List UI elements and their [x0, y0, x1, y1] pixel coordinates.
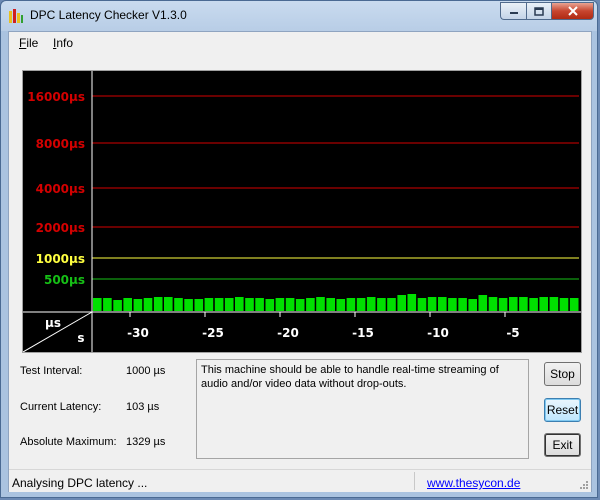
- latency-bar: [539, 297, 548, 311]
- status-bar: Analysing DPC latency ... www.thesycon.d…: [9, 469, 591, 492]
- current-latency-label: Current Latency:: [20, 401, 102, 413]
- latency-bar: [559, 298, 569, 311]
- latency-bar: [164, 297, 173, 311]
- latency-bar: [93, 298, 102, 311]
- status-separator: [414, 472, 415, 490]
- latency-chart-svg: 16000µs 8000µs 4000µs 2000µs 1000µs 500µs µs s -…: [23, 71, 581, 352]
- latency-bar: [285, 298, 295, 311]
- y-level-label: 2000µs: [36, 221, 85, 235]
- latency-bar: [448, 298, 457, 311]
- latency-bar: [498, 298, 508, 311]
- minimize-button[interactable]: [500, 2, 526, 20]
- window-title: DPC Latency Checker V1.3.0: [30, 8, 187, 22]
- x-unit-label: s: [77, 331, 84, 345]
- latency-bar: [153, 297, 163, 311]
- latency-bar: [306, 298, 315, 311]
- menu-info[interactable]: Info: [53, 36, 73, 50]
- latency-bar: [529, 298, 538, 311]
- latency-bar: [387, 298, 396, 311]
- stop-button[interactable]: Stop: [544, 362, 581, 386]
- exit-button[interactable]: Exit: [544, 433, 581, 457]
- latency-bar: [458, 298, 467, 311]
- latency-bar: [509, 297, 518, 311]
- close-icon: [567, 6, 578, 16]
- website-link[interactable]: www.thesycon.de: [427, 476, 520, 490]
- y-level-label: 4000µs: [36, 182, 85, 196]
- x-tick-label: -20: [277, 326, 299, 340]
- latency-bar: [377, 298, 386, 311]
- current-latency-value: 103 µs: [126, 401, 160, 413]
- test-interval-value: 1000 µs: [126, 365, 166, 377]
- maximize-icon: [534, 6, 544, 16]
- latency-bar: [316, 297, 325, 311]
- latency-bar: [519, 297, 528, 311]
- latency-bar: [184, 299, 193, 311]
- absolute-maximum-value: 1329 µs: [126, 436, 166, 448]
- resize-grip-icon[interactable]: [578, 479, 589, 490]
- latency-bar: [265, 299, 275, 311]
- latency-bar: [346, 298, 356, 311]
- y-level-label: 1000µs: [36, 252, 85, 266]
- x-tick-label: -30: [127, 326, 149, 340]
- x-tick-label: -15: [352, 326, 374, 340]
- close-button[interactable]: [551, 2, 594, 20]
- latency-bar: [224, 298, 234, 311]
- latency-bar: [488, 297, 498, 311]
- app-window: DPC Latency Checker V1.3.0 File Info 160…: [0, 0, 598, 498]
- latency-bar: [326, 298, 335, 311]
- status-text: Analysing DPC latency ...: [12, 476, 148, 490]
- latency-bar: [427, 297, 437, 311]
- title-bar[interactable]: DPC Latency Checker V1.3.0: [1, 1, 599, 31]
- latency-bar: [366, 297, 376, 311]
- latency-bar: [245, 298, 254, 311]
- latency-chart: 16000µs 8000µs 4000µs 2000µs 1000µs 500µs µs s -…: [22, 70, 582, 353]
- minimize-icon: [509, 12, 518, 14]
- latency-bar: [103, 298, 112, 311]
- latency-bar: [478, 295, 488, 311]
- latency-bar: [438, 297, 447, 311]
- latency-bar: [174, 298, 183, 311]
- latency-bar: [133, 299, 143, 311]
- x-tick-label: -5: [506, 326, 519, 340]
- latency-bar: [356, 298, 366, 311]
- status-message-box: This machine should be able to handle re…: [196, 359, 529, 459]
- latency-bar: [194, 299, 204, 311]
- latency-bar: [468, 299, 477, 311]
- y-unit-label: µs: [45, 316, 61, 330]
- latency-bar: [214, 298, 224, 311]
- y-level-label: 8000µs: [36, 137, 85, 151]
- latency-bar: [295, 299, 305, 311]
- latency-bar: [275, 298, 285, 311]
- latency-bar: [255, 298, 264, 311]
- latency-bar: [235, 297, 244, 311]
- x-tick-label: -10: [427, 326, 449, 340]
- latency-bar: [113, 300, 122, 311]
- latency-bar: [397, 295, 406, 311]
- latency-bar: [204, 298, 214, 311]
- latency-bar: [123, 298, 132, 311]
- test-interval-label: Test Interval:: [20, 365, 83, 377]
- latency-bar: [569, 298, 579, 311]
- maximize-button[interactable]: [526, 2, 551, 20]
- client-area: File Info 16000µs 8000µs 4000µs 2000µs 1000µ…: [8, 31, 592, 492]
- reset-button[interactable]: Reset: [544, 398, 581, 422]
- menu-file[interactable]: File: [19, 36, 38, 50]
- status-message: This machine should be able to handle re…: [201, 364, 499, 390]
- absolute-maximum-label: Absolute Maximum:: [20, 436, 117, 448]
- y-level-label: 500µs: [44, 273, 85, 287]
- y-level-label: 16000µs: [27, 90, 85, 104]
- app-icon: [9, 9, 23, 23]
- latency-bar: [143, 298, 153, 311]
- latency-bar: [417, 298, 427, 311]
- menu-bar: File Info: [9, 32, 591, 54]
- latency-bar: [336, 299, 346, 311]
- x-tick-label: -25: [202, 326, 224, 340]
- latency-bar: [407, 294, 417, 311]
- latency-bar: [549, 297, 559, 311]
